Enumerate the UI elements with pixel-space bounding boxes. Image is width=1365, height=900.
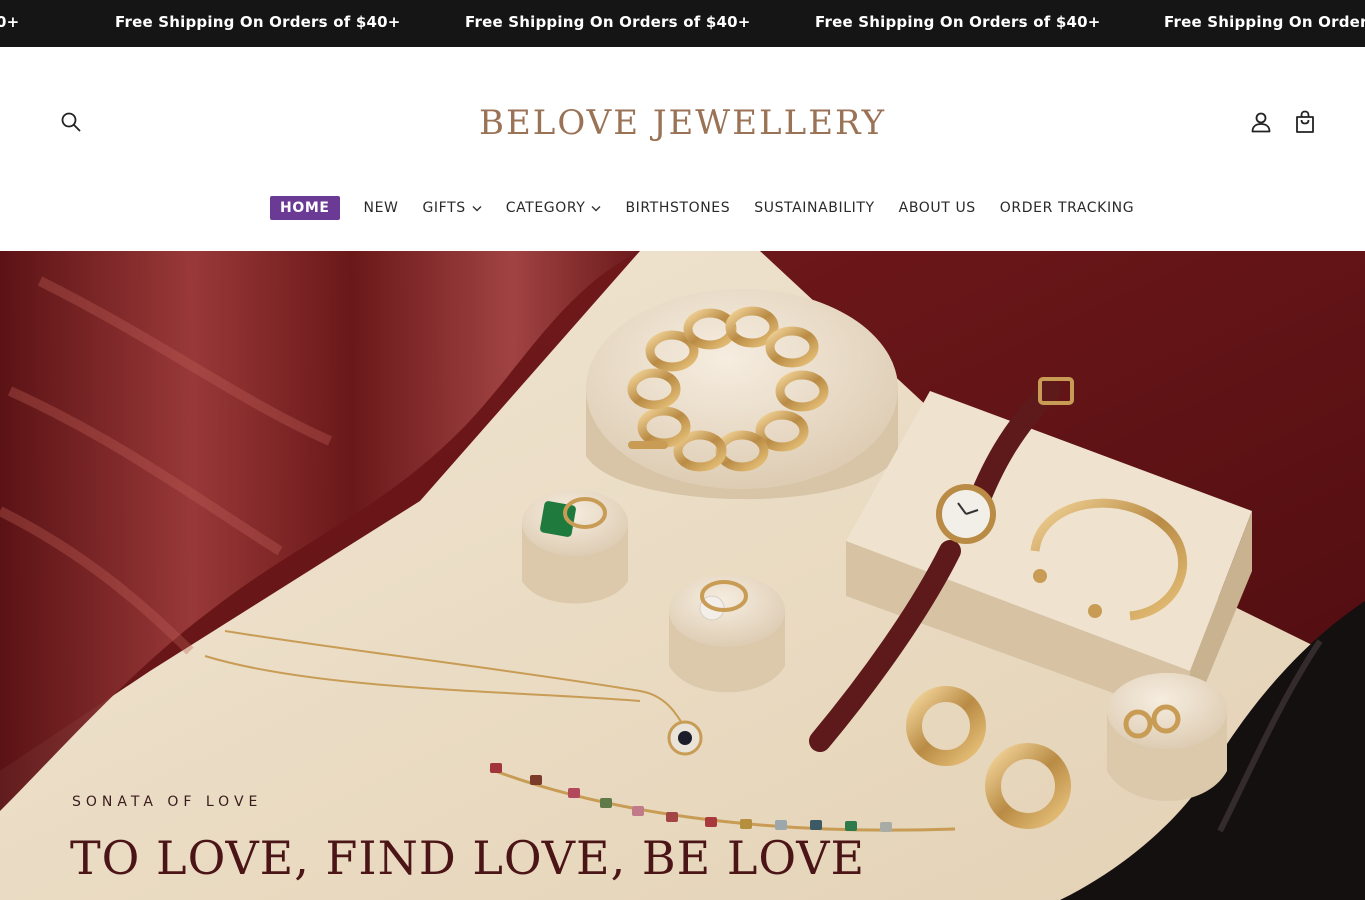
nav-item-category[interactable]: CATEGORY — [506, 200, 602, 216]
main-nav: HOME NEW GIFTS CATEGORY BIRTHSTONES SUST… — [270, 195, 1158, 221]
hero-eyebrow: SONATA OF LOVE — [72, 794, 263, 810]
site-header: BELOVE JEWELLERY HOME NEW GIFTS CATEGORY — [0, 47, 1365, 251]
nav-item-birthstones[interactable]: BIRTHSTONES — [625, 200, 730, 216]
announcement-text: 0+ — [0, 13, 20, 31]
nav-item-label: NEW — [363, 200, 399, 216]
cart-icon[interactable] — [1291, 108, 1319, 136]
chevron-down-icon — [591, 205, 601, 212]
nav-item-label: ABOUT US — [898, 200, 976, 216]
chevron-down-icon — [472, 205, 482, 212]
nav-item-label: SUSTAINABILITY — [754, 200, 875, 216]
nav-item-label: ORDER TRACKING — [999, 200, 1135, 216]
nav-item-label: BIRTHSTONES — [625, 200, 731, 216]
announcement-text: Free Shipping On Orders of — [1164, 13, 1365, 31]
nav-item-home[interactable]: HOME — [270, 196, 340, 220]
account-icon[interactable] — [1247, 108, 1275, 136]
nav-item-new[interactable]: NEW — [364, 200, 399, 216]
site-logo[interactable]: BELOVE JEWELLERY — [0, 103, 1365, 143]
announcement-text: Free Shipping On Orders of $40+ — [465, 13, 751, 31]
announcement-text: Free Shipping On Orders of $40+ — [815, 13, 1101, 31]
nav-item-sustainability[interactable]: SUSTAINABILITY — [754, 200, 874, 216]
announcement-text: Free Shipping On Orders of $40+ — [115, 13, 401, 31]
nav-item-order-tracking[interactable]: ORDER TRACKING — [1000, 200, 1134, 216]
announcement-bar: 0+ Free Shipping On Orders of $40+ Free … — [0, 0, 1365, 47]
hero-headline: TO LOVE, FIND LOVE, BE LOVE — [70, 831, 866, 885]
nav-item-label: HOME — [280, 200, 330, 216]
nav-item-label: CATEGORY — [505, 200, 586, 216]
hero-banner[interactable]: SONATA OF LOVE TO LOVE, FIND LOVE, BE LO… — [0, 251, 1365, 900]
nav-item-gifts[interactable]: GIFTS — [422, 200, 482, 216]
nav-item-label: GIFTS — [422, 200, 466, 216]
nav-item-about-us[interactable]: ABOUT US — [899, 200, 976, 216]
